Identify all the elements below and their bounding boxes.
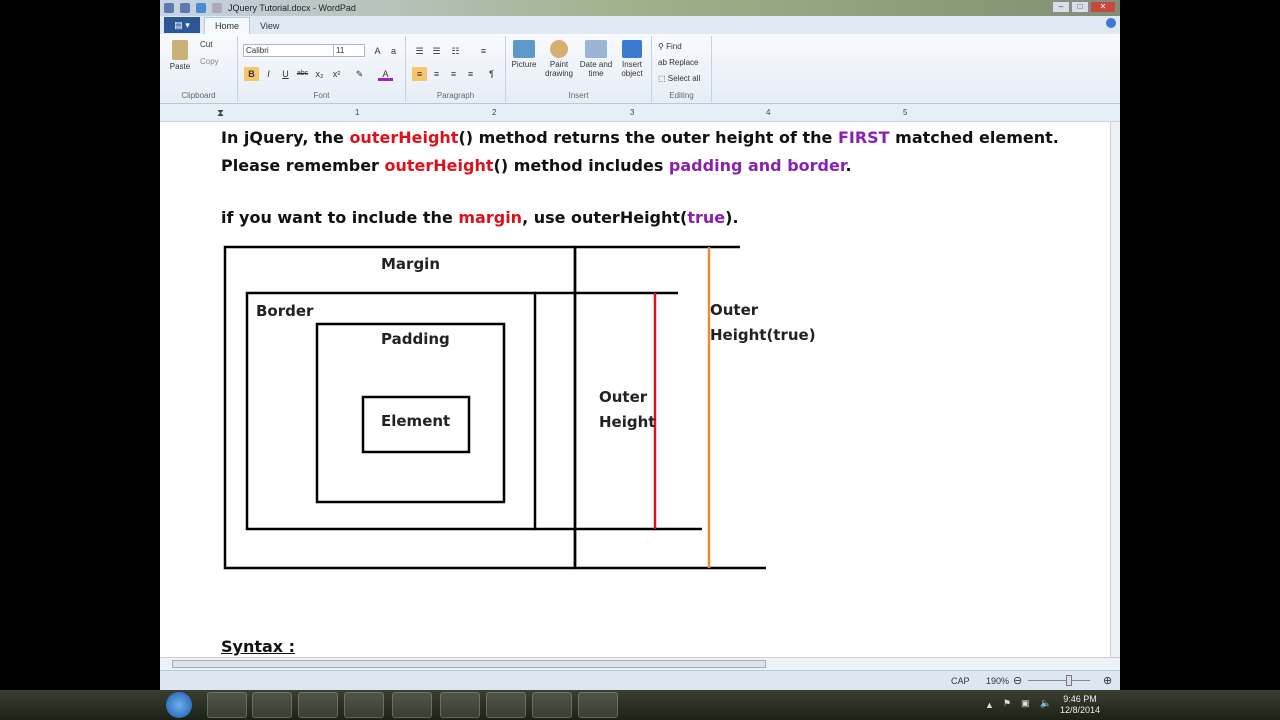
clock[interactable]: 9:46 PM 12/8/2014 xyxy=(1060,694,1100,716)
outer-height-label: Outer Height xyxy=(599,388,656,431)
clipboard-icon xyxy=(172,40,188,60)
taskbar: ▲ ⚑ ▣ 🔈 9:46 PM 12/8/2014 xyxy=(0,690,1280,720)
file-explorer-icon[interactable] xyxy=(298,692,338,718)
padding-label: Padding xyxy=(381,330,450,348)
align-right-icon[interactable]: ≡ xyxy=(446,67,461,81)
action-center-icon[interactable]: ⚑ xyxy=(1003,698,1011,709)
decrease-indent-icon[interactable]: ☰ xyxy=(412,44,427,58)
replace-button[interactable]: ab Replace xyxy=(658,58,698,67)
vertical-scrollbar[interactable] xyxy=(1110,122,1120,657)
clipboard-group: Paste Cut Copy Clipboard xyxy=(160,36,238,102)
internet-explorer-icon[interactable] xyxy=(252,692,292,718)
tab-home[interactable]: Home xyxy=(204,17,251,34)
save-icon[interactable] xyxy=(180,3,190,13)
zoom-in-button[interactable]: ⊕ xyxy=(1103,674,1112,687)
justify-icon[interactable]: ≡ xyxy=(463,67,478,81)
window-title: JQuery Tutorial.docx - WordPad xyxy=(228,3,356,13)
palette-icon xyxy=(550,40,568,58)
paint-taskbar-icon[interactable] xyxy=(532,692,572,718)
ribbon-tabs: ▤ ▾ Home View xyxy=(160,16,1120,34)
start-button[interactable] xyxy=(166,692,192,718)
app-icon xyxy=(164,3,174,13)
insert-object-button[interactable]: Insert object xyxy=(616,40,648,78)
date-time-button[interactable]: Date and time xyxy=(578,40,614,78)
font-group: Calibri 11 A a B I U abc x₂ x² ✎ A Font xyxy=(238,36,406,102)
outer-height-true-label: Outer Height(true) xyxy=(710,301,816,344)
binoculars-icon: ⚲ xyxy=(658,42,667,51)
maximize-button[interactable]: □ xyxy=(1071,1,1089,13)
select-all-icon: ⬚ xyxy=(658,74,668,83)
font-size-select[interactable]: 11 xyxy=(333,44,365,57)
insert-group: Picture Paint drawing Date and time Inse… xyxy=(506,36,652,102)
undo-icon[interactable] xyxy=(196,3,206,13)
object-icon xyxy=(622,40,642,58)
highlight-icon[interactable]: ✎ xyxy=(352,67,367,81)
align-left-icon[interactable]: ≡ xyxy=(412,67,427,81)
margin-box xyxy=(223,245,577,570)
title-bar: JQuery Tutorial.docx - WordPad – □ ✕ xyxy=(160,0,1120,16)
vlc-icon[interactable] xyxy=(207,692,247,718)
border-label: Border xyxy=(256,302,314,320)
minimize-button[interactable]: – xyxy=(1052,1,1070,13)
redo-icon[interactable] xyxy=(212,3,222,13)
paragraph-settings-icon[interactable]: ¶ xyxy=(484,67,499,81)
replace-icon: ab xyxy=(658,58,670,67)
select-all-button[interactable]: ⬚ Select all xyxy=(658,74,700,83)
font-family-select[interactable]: Calibri xyxy=(243,44,335,57)
picture-icon xyxy=(513,40,535,58)
media-player-icon[interactable] xyxy=(344,692,384,718)
recorder-taskbar-icon[interactable] xyxy=(578,692,618,718)
chrome-icon[interactable] xyxy=(392,692,432,718)
copy-button[interactable]: Copy xyxy=(200,57,219,66)
zoom-slider[interactable] xyxy=(1028,675,1090,686)
close-button[interactable]: ✕ xyxy=(1090,1,1116,13)
grow-font-button[interactable]: A xyxy=(370,44,385,58)
help-icon[interactable] xyxy=(1106,18,1116,28)
superscript-button[interactable]: x² xyxy=(329,67,344,81)
ruler[interactable]: ⧗ 1 2 3 4 5 xyxy=(160,104,1120,122)
status-bar: CAP 190% ⊖ ⊕ xyxy=(160,670,1120,690)
margin-label: Margin xyxy=(381,255,441,273)
font-color-icon[interactable]: A xyxy=(378,67,393,81)
scroll-thumb[interactable] xyxy=(172,660,766,668)
horizontal-scrollbar[interactable] xyxy=(160,657,1120,670)
wordpad-window: JQuery Tutorial.docx - WordPad – □ ✕ ▤ ▾ H… xyxy=(160,0,1120,690)
zoom-out-button[interactable]: ⊖ xyxy=(1013,674,1022,687)
picture-button[interactable]: Picture xyxy=(508,40,540,69)
volume-icon[interactable]: 🔈 xyxy=(1040,698,1051,709)
italic-button[interactable]: I xyxy=(261,67,276,81)
ribbon: Paste Cut Copy Clipboard Calibri 11 A a … xyxy=(160,18,1120,104)
cut-button[interactable]: Cut xyxy=(200,40,212,49)
caps-indicator: CAP xyxy=(951,676,970,686)
zoom-level: 190% xyxy=(986,676,1010,686)
paint-drawing-button[interactable]: Paint drawing xyxy=(542,40,576,78)
calendar-icon xyxy=(585,40,607,58)
syntax-heading: Syntax : xyxy=(221,637,296,656)
app-menu-button[interactable]: ▤ ▾ xyxy=(164,17,200,33)
find-button[interactable]: ⚲ Find xyxy=(658,42,682,51)
paste-button[interactable]: Paste xyxy=(168,40,192,71)
indent-marker[interactable]: ⧗ xyxy=(217,108,224,119)
paragraph-group: ☰ ☰ ☷ ≡ ≡ ≡ ≡ ≡ ¶ Paragraph xyxy=(406,36,506,102)
tray-expand-icon[interactable]: ▲ xyxy=(985,700,994,710)
subscript-button[interactable]: x₂ xyxy=(312,67,327,81)
strikethrough-button[interactable]: abc xyxy=(295,67,310,81)
editing-group: ⚲ Find ab Replace ⬚ Select all Editing xyxy=(652,36,712,102)
document-area[interactable]: In jQuery, the outerHeight() method retu… xyxy=(160,122,1110,657)
line-spacing-icon[interactable]: ≡ xyxy=(476,44,491,58)
bullets-icon[interactable]: ☷ xyxy=(448,44,463,58)
shrink-font-button[interactable]: a xyxy=(386,44,401,58)
network-icon[interactable]: ▣ xyxy=(1021,698,1030,709)
increase-indent-icon[interactable]: ☰ xyxy=(429,44,444,58)
underline-button[interactable]: U xyxy=(278,67,293,81)
tab-view[interactable]: View xyxy=(250,18,289,34)
element-label: Element xyxy=(381,412,451,430)
wordpad-taskbar-icon[interactable] xyxy=(486,692,526,718)
bold-button[interactable]: B xyxy=(244,67,259,81)
app-icon-red[interactable] xyxy=(440,692,480,718)
align-center-icon[interactable]: ≡ xyxy=(429,67,444,81)
